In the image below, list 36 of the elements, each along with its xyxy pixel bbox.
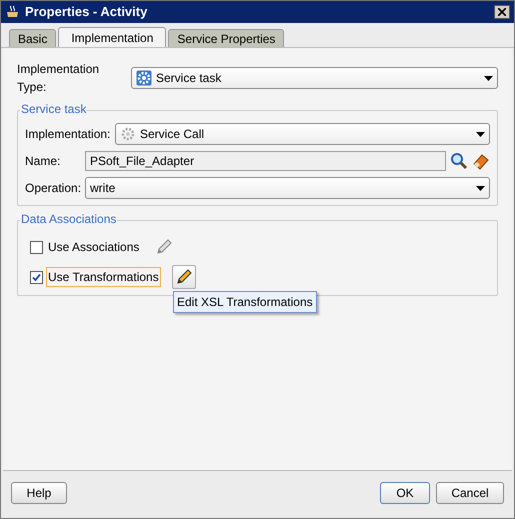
close-button[interactable] [494, 5, 510, 19]
pencil-icon [174, 268, 193, 286]
group-title: Data Associations [20, 213, 118, 225]
close-icon [498, 8, 506, 16]
checkbox-label: Use Associations [47, 239, 140, 256]
eraser-icon[interactable] [472, 152, 490, 170]
checkbox[interactable] [30, 270, 43, 284]
implementation-type-dropdown[interactable]: Service task [131, 67, 498, 89]
window-title: Properties - Activity [25, 3, 148, 22]
operation-dropdown[interactable]: write [85, 177, 490, 199]
ok-button[interactable]: OK [380, 482, 430, 504]
tooltip: Edit XSL Transformations [173, 291, 317, 313]
gear-icon [120, 126, 136, 142]
dropdown-caret-icon [476, 186, 485, 190]
name-field[interactable]: PSoft_File_Adapter [85, 151, 446, 171]
field-label: Name: [25, 153, 62, 170]
tab[interactable]: Service Properties [168, 29, 284, 47]
dropdown-caret-icon [476, 132, 485, 136]
checkmark-icon [32, 272, 41, 282]
tab[interactable]: Implementation [58, 27, 166, 47]
help-button[interactable]: Help [11, 482, 67, 504]
pencil-icon [155, 238, 174, 256]
tab[interactable]: Basic [9, 29, 56, 47]
edit-button[interactable] [172, 265, 196, 289]
dropdown-caret-icon [484, 76, 493, 80]
checkbox[interactable] [30, 240, 43, 254]
search-icon[interactable] [450, 152, 468, 170]
field-label: Implementation Type: [17, 61, 100, 96]
field-label: Implementation: [25, 126, 111, 143]
implementation-dropdown[interactable]: Service Call [115, 123, 490, 145]
checkbox-label: Use Transformations [46, 267, 161, 287]
cancel-button[interactable]: Cancel [436, 482, 504, 504]
gear-icon [136, 70, 152, 86]
group-title: Service task [20, 103, 88, 115]
field-label: Operation: [25, 180, 81, 197]
teacup-icon [5, 4, 21, 20]
